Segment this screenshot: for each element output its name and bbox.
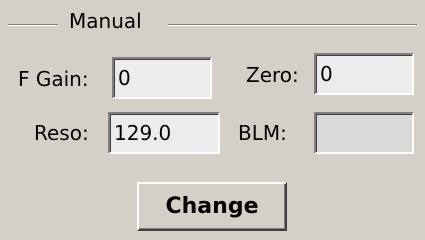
f-gain-label: F Gain: — [18, 67, 89, 91]
f-gain-input[interactable]: 0 — [112, 57, 212, 99]
reso-label: Reso: — [34, 121, 89, 145]
blm-label: BLM: — [238, 121, 287, 145]
zero-label: Zero: — [246, 63, 299, 87]
groupbox-border-left — [8, 24, 58, 26]
reso-input[interactable]: 129.0 — [108, 112, 220, 154]
groupbox-border-right — [168, 24, 417, 26]
groupbox-title: Manual — [66, 8, 145, 34]
zero-input[interactable]: 0 — [314, 53, 414, 95]
blm-input[interactable] — [314, 112, 414, 154]
change-button[interactable]: Change — [137, 182, 287, 231]
manual-settings-panel: Manual F Gain: 0 Zero: 0 Reso: 129.0 BLM… — [0, 0, 425, 240]
